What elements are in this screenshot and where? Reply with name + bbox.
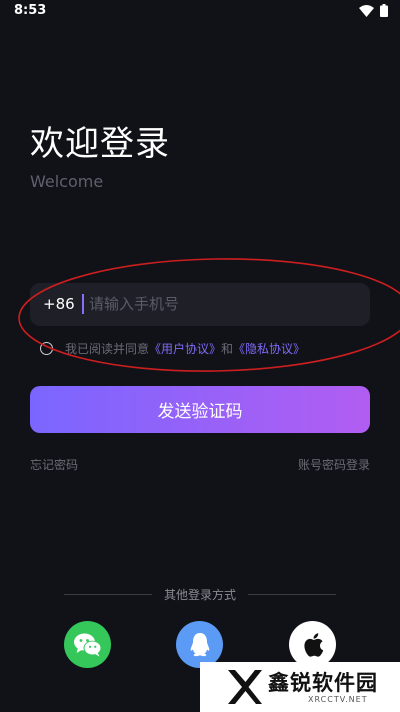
page-subtitle: Welcome [30,172,104,191]
divider-line [248,593,337,595]
phone-field[interactable]: +86 [30,283,370,326]
other-login-label: 其他登录方式 [164,587,237,602]
page-title: 欢迎登录 [30,124,170,164]
watermark-logo-icon [228,670,262,704]
apple-login-button[interactable] [289,621,336,668]
watermark: 鑫锐软件园 XRCCTV.NET [200,662,400,712]
wechat-login-button[interactable] [64,621,111,668]
qq-icon [190,632,209,656]
battery-icon [380,4,388,17]
send-code-button[interactable]: 发送验证码 [30,386,370,433]
watermark-text: 鑫锐软件园 XRCCTV.NET [268,671,378,704]
phone-input[interactable] [85,290,359,318]
agreement-checkbox[interactable] [40,341,53,355]
wechat-icon [73,633,101,656]
status-bar: 8:53 [0,0,400,24]
privacy-policy-link[interactable]: 《隐私协议》 [233,340,305,357]
agreement-row: 我已阅读并同意 《用户协议》 和 《隐私协议》 [40,339,305,357]
apple-icon [303,632,323,657]
agreement-prefix: 我已阅读并同意 [65,341,150,356]
user-agreement-link[interactable]: 《用户协议》 [149,340,221,357]
agreement-conjunction: 和 [221,341,234,356]
divider-line [64,593,152,595]
watermark-site: XRCCTV.NET [308,694,368,704]
watermark-name: 鑫锐软件园 [268,670,378,695]
wifi-icon [359,4,374,17]
text-cursor [82,294,84,314]
other-login-divider: 其他登录方式 [64,586,337,602]
forgot-password-link[interactable]: 忘记密码 [30,456,78,473]
country-code[interactable]: +86 [43,295,75,313]
qq-login-button[interactable] [176,621,223,668]
status-icons [359,4,388,17]
status-time: 8:53 [14,3,47,18]
password-login-link[interactable]: 账号密码登录 [298,456,370,473]
